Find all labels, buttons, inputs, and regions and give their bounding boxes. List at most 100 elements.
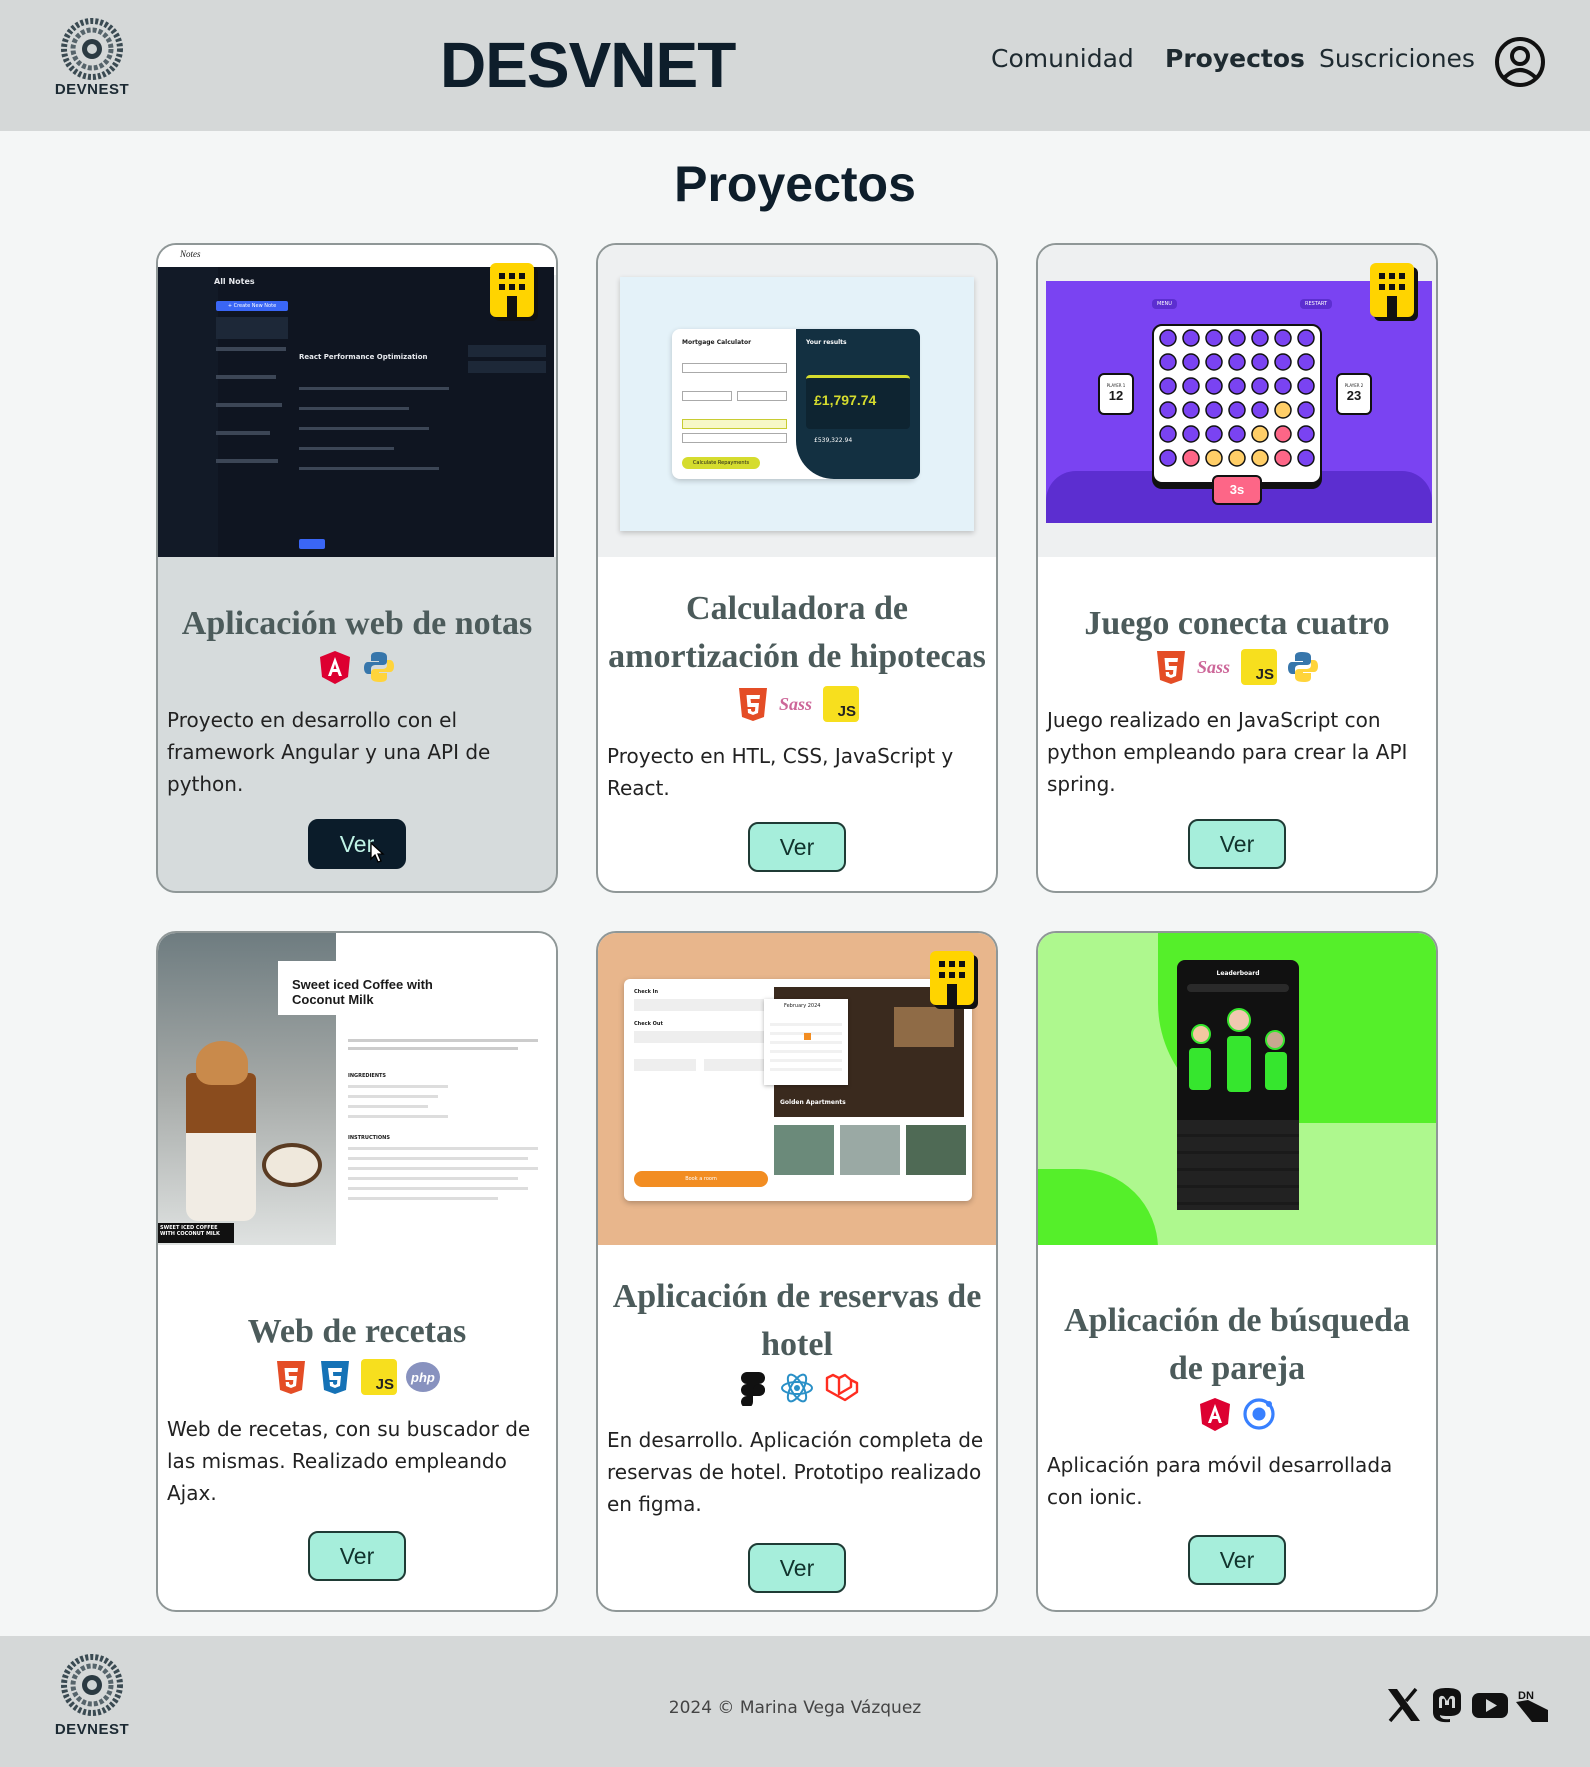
project-title: Calculadora de amortización de hipotecas: [608, 590, 986, 675]
youtube-icon[interactable]: [1471, 1686, 1509, 1724]
company-badge-icon: [1370, 263, 1418, 321]
project-card-notes[interactable]: Notes All Notes + Create New Note React …: [156, 243, 558, 893]
ver-button[interactable]: Ver: [748, 1543, 846, 1593]
player2-score: 23: [1346, 388, 1362, 403]
game-board: [1152, 324, 1322, 484]
hotel-booking-preview: Check In Check Out Book a room Golden Ap…: [598, 933, 996, 1245]
notes-app-preview: Notes All Notes + Create New Note React …: [158, 245, 556, 557]
js-icon: JS: [1241, 649, 1277, 685]
preview-restart: RESTART: [1300, 299, 1333, 309]
preview-menu: MENU: [1152, 299, 1177, 309]
js-icon: JS: [361, 1359, 397, 1395]
preview-amount: £1,797.74: [814, 392, 877, 408]
sass-icon: Sass: [1197, 657, 1230, 677]
logo-text: DEVNEST: [54, 81, 130, 98]
ver-button[interactable]: Ver: [1188, 1535, 1286, 1585]
company-badge-icon: [490, 263, 538, 321]
preview-panel-title: Mortgage Calculator: [682, 339, 752, 346]
preview-check-in: Check In: [634, 989, 659, 995]
html5-icon: [739, 688, 767, 721]
preview-month: February 2024: [784, 1003, 821, 1009]
turn-timer: 3s: [1212, 475, 1262, 505]
preview-hotel-name: Golden Apartments: [780, 1099, 846, 1106]
site-header: DEVNEST DESVNET Comunidad Proyectos Susc…: [0, 0, 1590, 131]
project-card-hotel[interactable]: Check In Check Out Book a room Golden Ap…: [596, 931, 998, 1612]
angular-icon: [1200, 1398, 1230, 1431]
tech-stack: Sass JS: [1038, 649, 1436, 689]
project-description: Proyecto en HTL, CSS, JavaScript y React…: [607, 744, 954, 800]
board-grid: [1159, 329, 1315, 467]
preview-total: £539,322.94: [814, 437, 853, 444]
x-icon[interactable]: [1385, 1686, 1423, 1724]
preview-note-title: React Performance Optimization: [299, 353, 428, 361]
preview-ingredients: INGREDIENTS: [348, 1073, 387, 1079]
recipes-preview: SWEET ICED COFFEE WITH COCONUT MILK Swee…: [158, 933, 556, 1245]
nav-suscriciones[interactable]: Suscriciones: [1319, 44, 1475, 73]
preview-recipe-title: Sweet iced Coffee with Coconut Milk: [292, 977, 433, 1007]
preview-calc-button: Calculate Repayments: [682, 457, 760, 469]
devnest-logo[interactable]: DEVNEST: [52, 18, 132, 102]
svg-text:Sass: Sass: [1197, 657, 1230, 677]
site-footer: DEVNEST 2024 © Marina Vega Vázquez DN: [0, 1636, 1590, 1767]
devnest-icon[interactable]: DN: [1514, 1686, 1552, 1724]
svg-text:Sass: Sass: [779, 694, 812, 714]
dating-app-preview: Leaderboard: [1038, 933, 1436, 1245]
svg-text:php: php: [410, 1370, 435, 1385]
project-title: Aplicación de búsqueda de pareja: [1064, 1302, 1410, 1387]
tech-stack: [598, 1370, 996, 1410]
mouse-cursor-icon: [370, 842, 385, 863]
ver-button[interactable]: Ver: [748, 822, 846, 872]
nav-comunidad[interactable]: Comunidad: [991, 44, 1134, 73]
project-title: Aplicación de reservas de hotel: [612, 1278, 982, 1363]
page-title: Proyectos: [674, 156, 916, 212]
project-description: En desarrollo. Aplicación completa de re…: [607, 1428, 984, 1516]
preview-heading: All Notes: [214, 277, 255, 286]
project-title: Juego conecta cuatro: [1084, 605, 1390, 642]
project-description: Proyecto en desarrollo con el framework …: [167, 708, 491, 796]
project-description: Web de recetas, con su buscador de las m…: [167, 1417, 531, 1505]
player1-score: 12: [1108, 388, 1124, 403]
tech-stack: [158, 649, 556, 689]
php-icon: php: [406, 1362, 440, 1392]
ver-button[interactable]: Ver: [1188, 819, 1286, 869]
project-description: Juego realizado en JavaScript con python…: [1047, 708, 1408, 796]
preview-app-name: Notes: [180, 249, 201, 259]
preview-screen-title: Leaderboard: [1216, 970, 1260, 977]
tech-stack: [1038, 1396, 1436, 1436]
js-icon: JS: [823, 686, 859, 722]
ionic-icon: [1243, 1398, 1275, 1430]
preview-check-out: Check Out: [634, 1021, 663, 1027]
devnest-footer-logo[interactable]: DEVNEST: [52, 1654, 132, 1738]
user-circle-icon[interactable]: [1494, 36, 1546, 88]
project-description: Aplicación para móvil desarrollada con i…: [1047, 1453, 1393, 1509]
python-icon: [364, 652, 394, 682]
nest-logo-icon: [61, 18, 123, 80]
react-icon: [781, 1373, 813, 1403]
tech-stack: Sass JS: [598, 686, 996, 726]
svg-text:DN: DN: [1518, 1690, 1534, 1702]
ver-button[interactable]: Ver: [308, 819, 406, 869]
preview-caption: SWEET ICED COFFEE WITH COCONUT MILK: [158, 1223, 234, 1243]
laravel-icon: [825, 1373, 859, 1402]
preview-new-note: + Create New Note: [216, 301, 288, 311]
player2-score-card: PLAYER 2 23: [1336, 373, 1372, 415]
site-title[interactable]: DESVNET: [440, 28, 736, 102]
project-card-recipes[interactable]: SWEET ICED COFFEE WITH COCONUT MILK Swee…: [156, 931, 558, 1612]
python-icon: [1288, 652, 1318, 682]
mastodon-icon[interactable]: [1428, 1686, 1466, 1724]
project-card-mortgage[interactable]: Mortgage Calculator Calculate Repayments…: [596, 243, 998, 893]
player1-score-card: PLAYER 1 12: [1098, 373, 1134, 415]
sass-icon: Sass: [779, 694, 812, 714]
nav-proyectos[interactable]: Proyectos: [1165, 44, 1305, 73]
preview-instructions: INSTRUCTIONS: [348, 1135, 390, 1141]
html5-icon: [1157, 651, 1185, 684]
html5-icon: [277, 1361, 305, 1394]
project-card-connect-four[interactable]: MENU RESTART PLAYER 1 12 PLAYER 2 23 3s …: [1036, 243, 1438, 893]
logo-text: DEVNEST: [54, 1721, 130, 1738]
ver-button[interactable]: Ver: [308, 1531, 406, 1581]
project-card-dating[interactable]: Leaderboard Aplicación de búsqueda de pa…: [1036, 931, 1438, 1612]
tech-stack: JS php: [158, 1359, 556, 1399]
figma-icon: [741, 1372, 765, 1406]
preview-book-button: Book a room: [634, 1171, 768, 1187]
angular-icon: [320, 651, 350, 684]
